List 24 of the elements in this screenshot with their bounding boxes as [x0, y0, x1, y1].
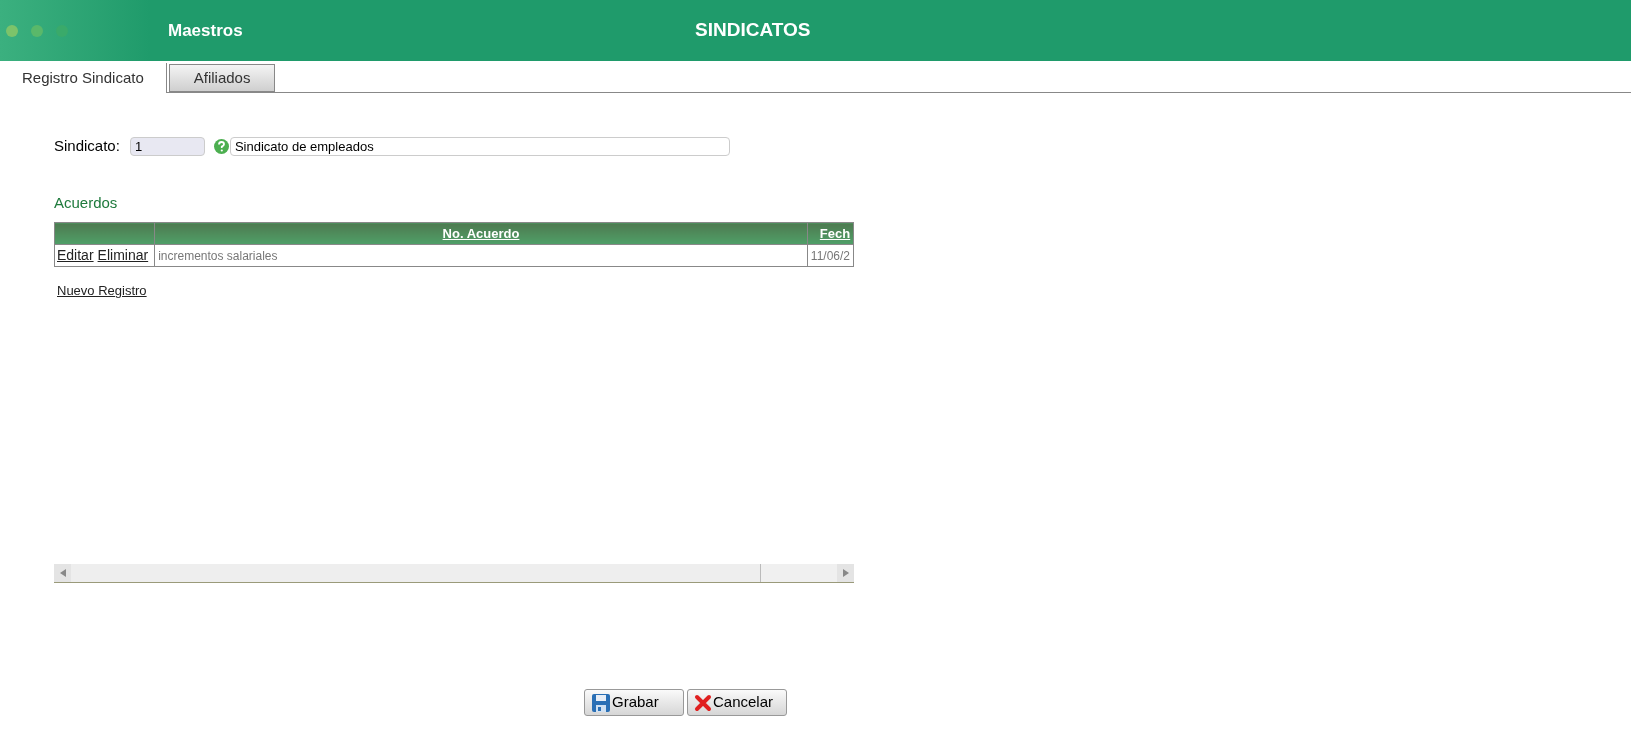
tab[interactable]: Afiliados: [168, 64, 276, 92]
right-arrow-icon: [842, 569, 849, 577]
cancel-button[interactable]: Cancelar: [687, 689, 787, 716]
horizontal-scrollbar[interactable]: [54, 564, 854, 583]
save-button[interactable]: Grabar: [584, 689, 684, 716]
left-arrow-icon: [59, 569, 66, 577]
tab[interactable]: Registro Sindicato: [0, 63, 167, 93]
column-header[interactable]: No. Acuerdo: [154, 222, 808, 245]
section-heading: Acuerdos: [54, 192, 119, 213]
help-icon[interactable]: [213, 138, 229, 154]
action-link[interactable]: Eliminar: [97, 247, 149, 263]
table-cell: incrementos salariales: [154, 244, 808, 267]
new-record-link[interactable]: Nuevo Registro: [57, 281, 147, 301]
column-header[interactable]: Fech: [807, 222, 854, 245]
close-icon: [694, 693, 712, 712]
page-title: SINDICATOS: [695, 18, 811, 43]
code-field[interactable]: 1: [129, 136, 205, 156]
field-label: Sindicato:: [54, 136, 120, 156]
section-title: Maestros: [168, 19, 243, 42]
action-link[interactable]: Editar: [57, 247, 94, 263]
scroll-left-button[interactable]: [54, 564, 71, 582]
scroll-right-button[interactable]: [837, 564, 854, 582]
table-cell: 11/06/2: [807, 244, 854, 267]
name-field[interactable]: Sindicato de empleados: [229, 136, 730, 156]
